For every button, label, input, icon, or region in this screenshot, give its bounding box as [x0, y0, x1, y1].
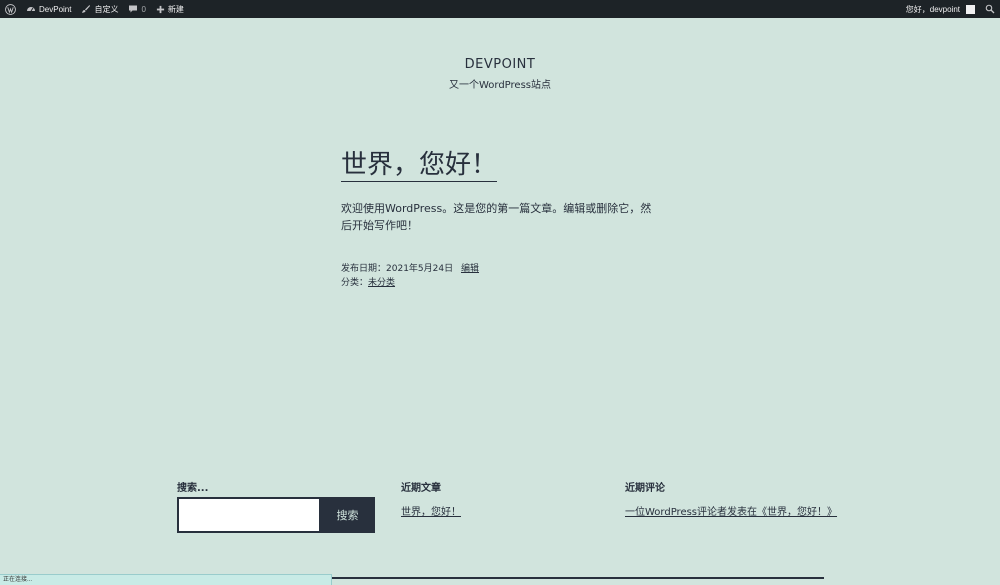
admin-bar-right: 您好，devpoint	[901, 0, 1000, 18]
recent-posts-title: 近期文章	[401, 483, 441, 494]
edit-post-link[interactable]: 编辑	[461, 264, 479, 274]
recent-comment-item: 一位WordPress评论者发表在《世界，您好！》	[625, 503, 837, 518]
recent-comments-title: 近期评论	[625, 483, 665, 494]
new-label: 新建	[167, 4, 184, 14]
admin-bar-left: DevPoint 自定义 0 新建	[0, 0, 189, 18]
search-icon	[985, 4, 995, 14]
avatar	[966, 4, 975, 14]
search-button[interactable]: 搜索	[320, 497, 375, 533]
comments-link[interactable]: 0	[123, 0, 150, 18]
search-widget-title: 搜索...	[177, 483, 209, 494]
dashboard-icon	[27, 7, 35, 12]
comment-icon	[129, 5, 138, 13]
new-content-link[interactable]: 新建	[151, 0, 189, 18]
customize-label: 自定义	[94, 4, 119, 14]
category-label: 分类：	[341, 278, 369, 288]
post-title-link[interactable]: 世界，您好！	[341, 150, 498, 182]
greeting-label: 您好，devpoint	[905, 4, 960, 14]
wordpress-logo-icon	[5, 3, 16, 15]
recent-post-item: 世界，您好！	[401, 503, 461, 518]
site-name-label: DevPoint	[39, 4, 72, 14]
site-tagline: 又一个WordPress站点	[448, 80, 552, 91]
category-link[interactable]: 未分类	[368, 278, 395, 288]
site-name-link[interactable]: DevPoint	[21, 0, 76, 18]
browser-status-bar: 正在连接...	[0, 574, 332, 585]
recent-comment-link[interactable]: 一位WordPress评论者发表在《世界，您好！》	[625, 507, 837, 518]
recent-post-link[interactable]: 世界，您好！	[401, 507, 461, 518]
post-meta: 发布日期：2021年5月24日 编辑 分类：未分类	[341, 262, 479, 290]
plus-icon	[156, 5, 165, 13]
search-toggle[interactable]	[980, 0, 1000, 18]
my-account-link[interactable]: 您好，devpoint	[901, 0, 980, 18]
post-category-row: 分类：未分类	[341, 276, 479, 290]
published-label: 发布日期：	[341, 264, 387, 274]
brush-icon	[82, 5, 91, 13]
comments-count: 0	[141, 4, 146, 14]
wordpress-logo-button[interactable]	[0, 0, 21, 18]
customize-link[interactable]: 自定义	[76, 0, 123, 18]
site-title[interactable]: DEVPOINT	[0, 57, 1000, 72]
published-date: 2021年5月24日	[386, 264, 454, 274]
search-input[interactable]	[177, 497, 321, 533]
post-date-row: 发布日期：2021年5月24日 编辑	[341, 262, 479, 276]
post-content: 欢迎使用WordPress。这是您的第一篇文章。编辑或删除它，然后开始写作吧！	[341, 202, 652, 232]
admin-bar: DevPoint 自定义 0 新建 您好，devpoint	[0, 0, 1000, 18]
